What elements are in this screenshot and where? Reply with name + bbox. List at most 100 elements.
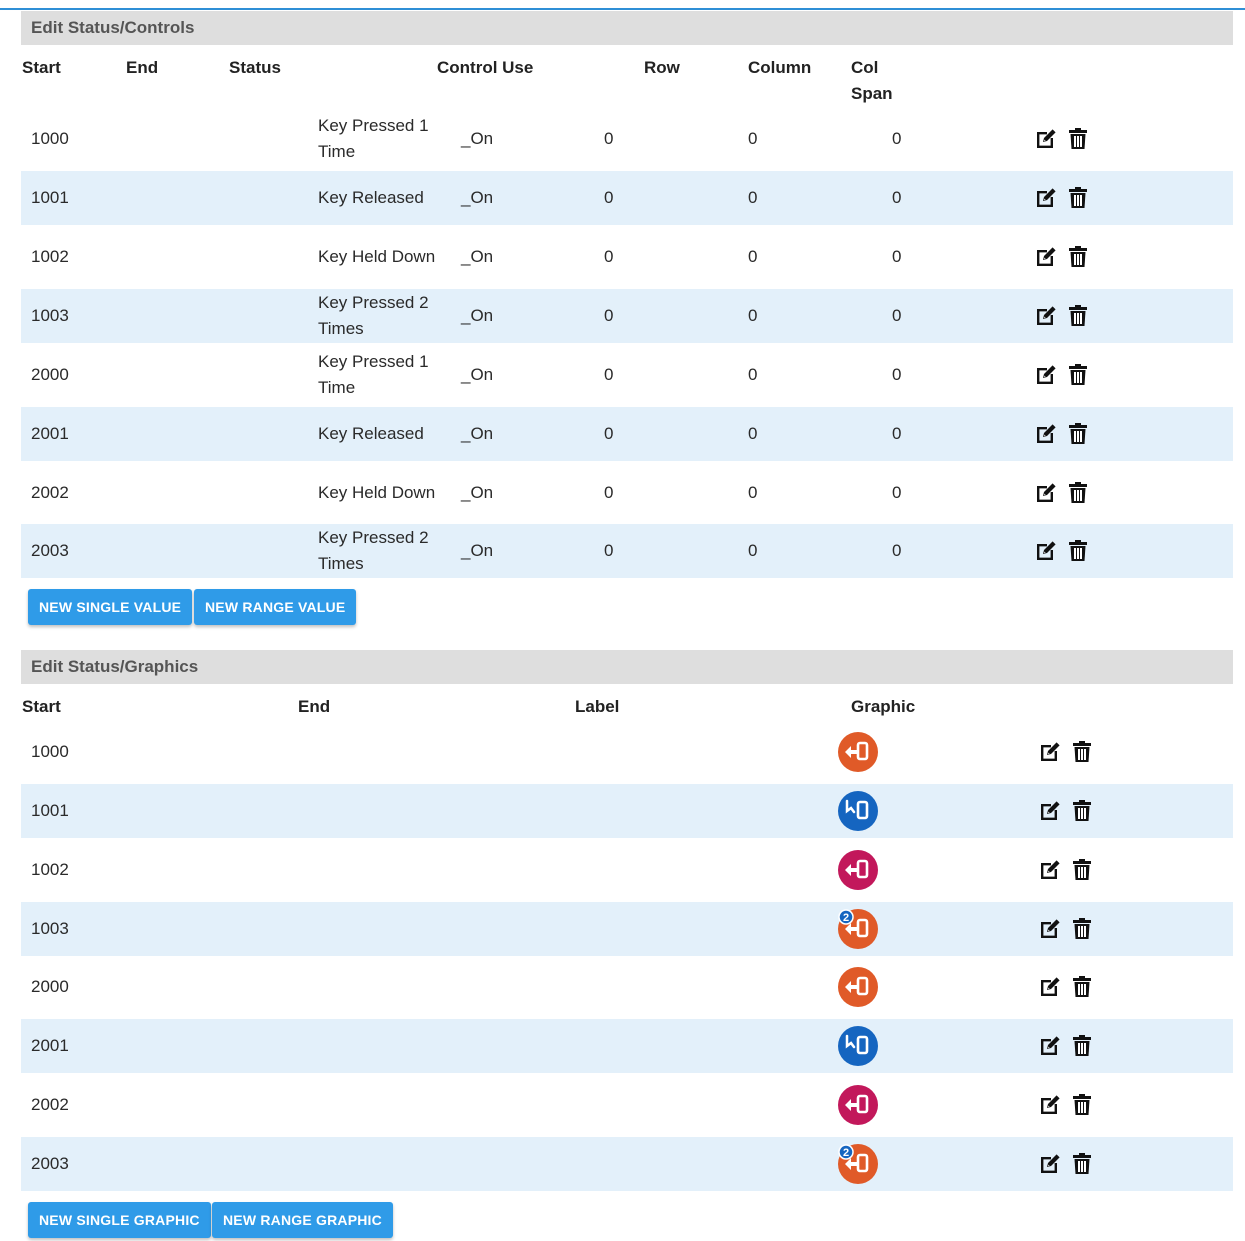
table-row[interactable]: 1001 Key Released _On 0 0 0 (21, 171, 1233, 225)
row-cell: 0 (604, 365, 614, 384)
trash-icon[interactable] (1070, 975, 1094, 999)
row-actions (1038, 1137, 1094, 1191)
trash-icon[interactable] (1070, 740, 1094, 764)
graphics-header-graphic[interactable]: Graphic (851, 694, 915, 720)
start-cell: 1003 (31, 919, 69, 938)
edit-icon[interactable] (1034, 363, 1058, 387)
table-row[interactable]: 2000 (21, 960, 1233, 1014)
control-use-cell: _On (461, 365, 494, 384)
table-row[interactable]: 1000 Key Pressed 1 Time _On 0 0 0 (21, 112, 1233, 166)
edit-icon[interactable] (1038, 917, 1062, 941)
trash-icon[interactable] (1066, 539, 1090, 563)
table-row[interactable]: 1000 (21, 725, 1233, 779)
new-single-value-button[interactable]: NEW SINGLE VALUE (28, 589, 193, 625)
new-range-value-button[interactable]: NEW RANGE VALUE (194, 589, 357, 625)
row-cell: 0 (604, 483, 614, 502)
table-row[interactable]: 1001 (21, 784, 1233, 838)
start-cell: 2003 (31, 1154, 69, 1173)
trash-icon[interactable] (1066, 245, 1090, 269)
control-use-cell: _On (461, 483, 494, 502)
edit-icon[interactable] (1034, 481, 1058, 505)
trash-icon[interactable] (1070, 1093, 1094, 1117)
controls-header-control-use[interactable]: Control Use (437, 55, 533, 81)
table-row[interactable]: 2001 (21, 1019, 1233, 1073)
control-use-cell: _On (461, 541, 494, 560)
key-held-icon (838, 850, 878, 890)
table-row[interactable]: 2002 (21, 1078, 1233, 1132)
edit-icon[interactable] (1038, 1152, 1062, 1176)
trash-icon[interactable] (1066, 363, 1090, 387)
start-cell: 1000 (31, 129, 69, 148)
trash-icon[interactable] (1066, 422, 1090, 446)
table-row[interactable]: 2001 Key Released _On 0 0 0 (21, 407, 1233, 461)
column-cell: 0 (748, 247, 758, 266)
trash-icon[interactable] (1070, 1152, 1094, 1176)
graphics-header-end[interactable]: End (298, 694, 330, 720)
row-actions (1034, 171, 1090, 225)
edit-icon[interactable] (1034, 422, 1058, 446)
table-row[interactable]: 1003 Key Pressed 2 Times _On 0 0 0 (21, 289, 1233, 343)
new-range-graphic-button[interactable]: NEW RANGE GRAPHIC (212, 1202, 393, 1238)
row-actions (1038, 725, 1094, 779)
col-span-cell: 0 (892, 247, 902, 266)
col-span-cell: 0 (892, 483, 902, 502)
edit-icon[interactable] (1034, 186, 1058, 210)
control-use-cell: _On (461, 424, 494, 443)
column-cell: 0 (748, 541, 758, 560)
row-cell: 0 (604, 306, 614, 325)
controls-header-status[interactable]: Status (229, 55, 281, 81)
trash-icon[interactable] (1066, 186, 1090, 210)
controls-header-col-span[interactable]: Col Span (851, 55, 893, 107)
start-cell: 2002 (31, 483, 69, 502)
control-use-cell: _On (461, 306, 494, 325)
trash-icon[interactable] (1066, 481, 1090, 505)
table-row[interactable]: 1002 Key Held Down _On 0 0 0 (21, 230, 1233, 284)
table-row[interactable]: 2003 2 (21, 1137, 1233, 1191)
edit-icon[interactable] (1038, 858, 1062, 882)
trash-icon[interactable] (1070, 858, 1094, 882)
controls-header-row[interactable]: Row (644, 55, 680, 81)
start-cell: 2000 (31, 365, 69, 384)
status-line-1: Key Held Down (318, 483, 436, 502)
table-row[interactable]: 1002 (21, 843, 1233, 897)
status-line-1: Key Pressed 1 (318, 352, 429, 371)
new-single-graphic-button[interactable]: NEW SINGLE GRAPHIC (28, 1202, 211, 1238)
table-row[interactable]: 2002 Key Held Down _On 0 0 0 (21, 466, 1233, 520)
controls-header-column[interactable]: Column (748, 55, 811, 81)
edit-icon[interactable] (1038, 1034, 1062, 1058)
table-row[interactable]: 2000 Key Pressed 1 Time _On 0 0 0 (21, 348, 1233, 402)
edit-icon[interactable] (1034, 245, 1058, 269)
graphics-header-label[interactable]: Label (575, 694, 619, 720)
row-actions (1038, 1019, 1094, 1073)
edit-icon[interactable] (1034, 127, 1058, 151)
edit-icon[interactable] (1038, 799, 1062, 823)
table-row[interactable]: 1003 2 (21, 902, 1233, 956)
controls-header-end[interactable]: End (126, 55, 158, 81)
edit-icon[interactable] (1038, 975, 1062, 999)
start-cell: 1000 (31, 742, 69, 761)
key-pressed-icon (838, 967, 878, 1007)
key-released-icon (838, 791, 878, 831)
trash-icon[interactable] (1070, 1034, 1094, 1058)
edit-icon[interactable] (1038, 740, 1062, 764)
col-span-header-line1: Col (851, 58, 879, 77)
row-cell: 0 (604, 247, 614, 266)
trash-icon[interactable] (1070, 917, 1094, 941)
trash-icon[interactable] (1066, 127, 1090, 151)
col-span-cell: 0 (892, 541, 902, 560)
trash-icon[interactable] (1066, 304, 1090, 328)
row-actions (1038, 1078, 1094, 1132)
column-cell: 0 (748, 365, 758, 384)
controls-header-start[interactable]: Start (22, 55, 61, 81)
graphics-header-start[interactable]: Start (22, 694, 61, 720)
status-line-1: Key Pressed 1 (318, 116, 429, 135)
edit-icon[interactable] (1038, 1093, 1062, 1117)
edit-icon[interactable] (1034, 304, 1058, 328)
start-cell: 2002 (31, 1095, 69, 1114)
status-cell: Key Held Down (318, 466, 435, 520)
table-row[interactable]: 2003 Key Pressed 2 Times _On 0 0 0 (21, 524, 1233, 578)
key-pressed-twice-icon: 2 (838, 1144, 878, 1184)
column-cell: 0 (748, 483, 758, 502)
trash-icon[interactable] (1070, 799, 1094, 823)
edit-icon[interactable] (1034, 539, 1058, 563)
